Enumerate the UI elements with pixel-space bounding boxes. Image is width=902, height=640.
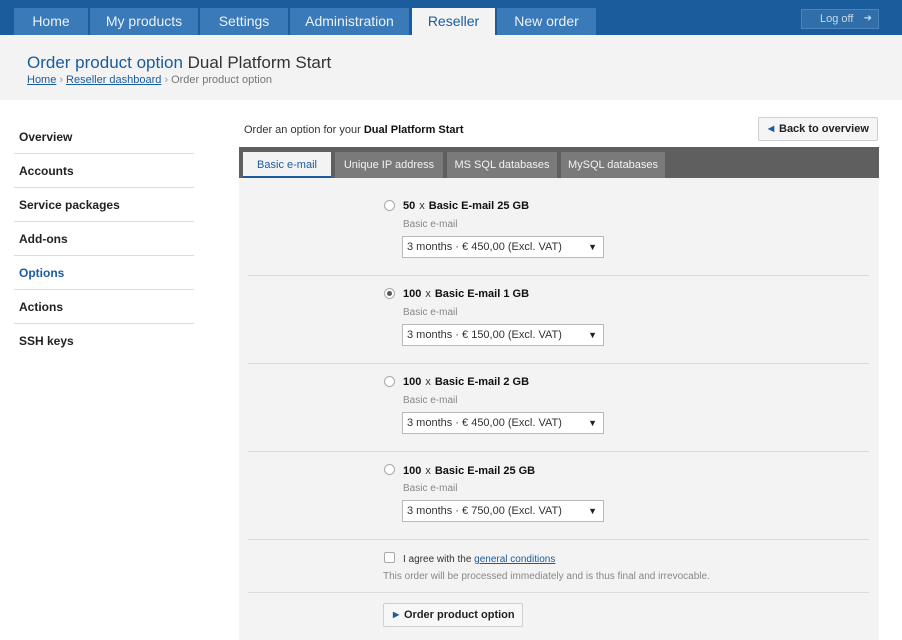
tab-ms-sql-databases[interactable]: MS SQL databases: [447, 152, 557, 178]
page-title-product: Dual Platform Start: [187, 53, 332, 72]
option-title: 100 x Basic E-mail 1 GB: [403, 288, 529, 300]
nav-tab-my-products[interactable]: My products: [90, 8, 198, 35]
sidebar-item-add-ons[interactable]: Add-ons: [14, 222, 194, 256]
option-times: x: [425, 465, 431, 477]
sidebar-item-actions[interactable]: Actions: [14, 290, 194, 324]
order-note: This order will be processed immediately…: [383, 571, 710, 582]
option-row: 50 x Basic E-mail 25 GB Basic e-mail 3 mon…: [248, 188, 869, 276]
option-name: Basic E-mail 25 GB: [434, 465, 536, 477]
top-navigation: Home My products Settings Administration…: [0, 0, 902, 35]
intro-text: Order an option for your Dual Platform S…: [244, 124, 464, 136]
sidebar-item-overview[interactable]: Overview: [14, 120, 194, 154]
sidebar-item-options[interactable]: Options: [14, 256, 194, 290]
sidebar-item-accounts[interactable]: Accounts: [14, 154, 194, 188]
tab-mysql-databases[interactable]: MySQL databases: [561, 152, 665, 178]
caret-down-icon: ▼: [588, 330, 597, 340]
option-radio[interactable]: [384, 464, 395, 475]
option-radio[interactable]: [384, 288, 395, 299]
sidebar-item-ssh-keys[interactable]: SSH keys: [14, 324, 194, 358]
option-row: 100 x Basic E-mail 2 GB Basic e-mail 3 mon…: [248, 364, 869, 452]
back-to-overview-label: Back to overview: [779, 123, 869, 135]
period-price-value: 3 months · € 450,00 (Excl. VAT): [407, 417, 562, 429]
period-price-select[interactable]: 3 months · € 150,00 (Excl. VAT) ▼: [402, 324, 604, 346]
nav-tab-administration[interactable]: Administration: [290, 8, 409, 35]
intro-prefix: Order an option for your: [244, 124, 361, 136]
page-title-prefix: Order product option: [27, 53, 183, 72]
breadcrumb-home-link[interactable]: Home: [27, 74, 56, 86]
option-times: x: [419, 200, 425, 212]
option-quantity: 100: [403, 465, 422, 477]
agree-label: I agree with the general conditions: [403, 554, 555, 565]
option-radio[interactable]: [384, 376, 395, 387]
tab-basic-email[interactable]: Basic e-mail: [243, 152, 331, 178]
option-category: Basic e-mail: [403, 395, 458, 406]
option-times: x: [425, 376, 431, 388]
period-price-select[interactable]: 3 months · € 750,00 (Excl. VAT) ▼: [402, 500, 604, 522]
nav-tab-settings[interactable]: Settings: [200, 8, 288, 35]
back-to-overview-button[interactable]: ◀ Back to overview: [758, 117, 878, 141]
option-title: 100 x Basic E-mail 2 GB: [403, 376, 529, 388]
breadcrumb: Home › Reseller dashboard › Order product op…: [27, 74, 272, 86]
option-title: 100 x Basic E-mail 25 GB: [403, 465, 535, 477]
breadcrumb-current: Order product option: [171, 74, 272, 86]
option-times: x: [425, 288, 431, 300]
nav-tab-home[interactable]: Home: [14, 8, 88, 35]
option-name: Basic E-mail 2 GB: [434, 376, 530, 388]
breadcrumb-separator: ›: [59, 74, 64, 86]
caret-down-icon: ▼: [588, 242, 597, 252]
sidebar-item-service-packages[interactable]: Service packages: [14, 188, 194, 222]
sidebar: Overview Accounts Service packages Add-o…: [14, 120, 194, 358]
page-title: Order product option Dual Platform Start: [27, 53, 331, 73]
option-row: 100 x Basic E-mail 1 GB Basic e-mail 3 mon…: [248, 276, 869, 364]
caret-down-icon: ▼: [588, 418, 597, 428]
period-price-select[interactable]: 3 months · € 450,00 (Excl. VAT) ▼: [402, 412, 604, 434]
order-product-option-button[interactable]: ▶ Order product option: [383, 603, 523, 627]
chevron-left-icon: ◀: [768, 124, 775, 133]
caret-down-icon: ▼: [588, 506, 597, 516]
tab-unique-ip-address[interactable]: Unique IP address: [335, 152, 443, 178]
period-price-value: 3 months · € 750,00 (Excl. VAT): [407, 505, 562, 517]
option-quantity: 100: [403, 288, 422, 300]
option-row: 100 x Basic E-mail 25 GB Basic e-mail 3 mo…: [248, 452, 869, 540]
option-quantity: 50: [403, 200, 416, 212]
option-category: Basic e-mail: [403, 307, 458, 318]
logoff-button[interactable]: Log off ➜: [801, 9, 879, 29]
option-tabs: Basic e-mail Unique IP address MS SQL da…: [239, 147, 879, 178]
option-quantity: 100: [403, 376, 422, 388]
intro-product: Dual Platform Start: [363, 124, 464, 136]
agree-prefix: I agree with the: [403, 554, 472, 565]
general-conditions-link[interactable]: general conditions: [474, 554, 555, 565]
nav-tab-new-order[interactable]: New order: [497, 8, 596, 35]
option-title: 50 x Basic E-mail 25 GB: [403, 200, 529, 212]
chevron-right-icon: ▶: [393, 610, 400, 619]
agree-checkbox[interactable]: [384, 552, 395, 563]
arrow-right-icon: ➜: [863, 13, 872, 24]
period-price-select[interactable]: 3 months · € 450,00 (Excl. VAT) ▼: [402, 236, 604, 258]
breadcrumb-separator: ›: [164, 74, 169, 86]
option-name: Basic E-mail 25 GB: [428, 200, 530, 212]
divider: [248, 592, 869, 593]
breadcrumb-reseller-link[interactable]: Reseller dashboard: [66, 74, 161, 86]
option-radio[interactable]: [384, 200, 395, 211]
period-price-value: 3 months · € 150,00 (Excl. VAT): [407, 329, 562, 341]
order-product-option-label: Order product option: [404, 609, 515, 621]
option-category: Basic e-mail: [403, 219, 458, 230]
period-price-value: 3 months · € 450,00 (Excl. VAT): [407, 241, 562, 253]
logoff-label: Log off: [820, 13, 854, 25]
option-name: Basic E-mail 1 GB: [434, 288, 530, 300]
option-category: Basic e-mail: [403, 483, 458, 494]
nav-tab-reseller[interactable]: Reseller: [412, 8, 495, 35]
